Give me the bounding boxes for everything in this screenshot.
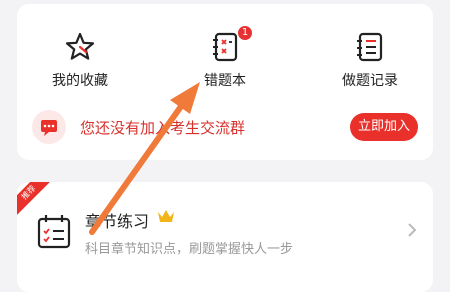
favorites-label: 我的收藏 (52, 73, 108, 89)
chapter-description: 科目章节知识点，刷题掌握快人一步 (85, 242, 294, 257)
chapter-practice-card[interactable]: 推荐 章节练习 科目章节知识点，刷题掌握快人一步 (17, 182, 433, 292)
wrongbook-badge: 1 (238, 26, 252, 40)
records-label: 做题记录 (342, 73, 398, 89)
favorites-button[interactable]: 我的收藏 (25, 30, 135, 90)
wrongbook-button[interactable]: 1 错题本 (170, 26, 280, 90)
records-button[interactable]: 做题记录 (315, 30, 425, 90)
join-now-button[interactable]: 立即加入 (350, 113, 418, 141)
chevron-right-icon (407, 222, 417, 238)
record-icon (353, 30, 387, 64)
wrongbook-label: 错题本 (204, 73, 246, 89)
join-group-banner: 您还没有加入考生交流群 立即加入 (32, 110, 418, 144)
star-icon (63, 30, 97, 64)
calendar-checklist-icon (35, 212, 73, 250)
chapter-title: 章节练习 (85, 212, 150, 231)
message-icon (32, 110, 66, 144)
crown-icon (157, 208, 175, 224)
notebook-icon: 1 (208, 26, 252, 64)
join-group-text: 您还没有加入考生交流群 (80, 119, 246, 137)
